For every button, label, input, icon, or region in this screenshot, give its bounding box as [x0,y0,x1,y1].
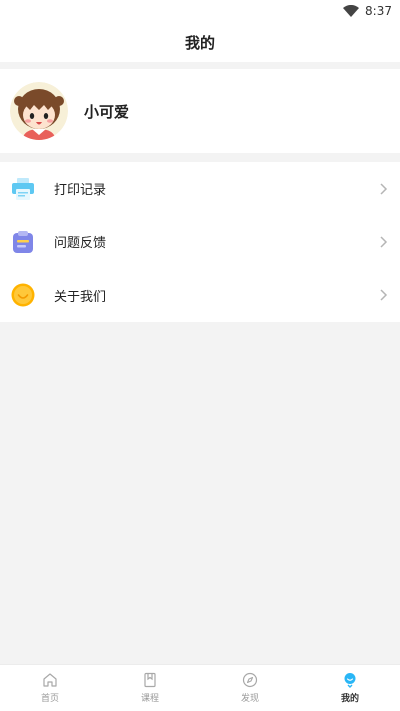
page-title: 我的 [184,33,215,52]
menu-item-label: 关于我们 [54,289,107,305]
status-time: 8:37 [365,4,392,18]
menu-item-print-records[interactable]: 打印记录 [0,162,400,215]
status-bar: 8:37 [0,0,400,22]
menu-item-about-us[interactable]: 关于我们 [0,269,400,322]
nav-label: 我的 [340,694,359,704]
nav-label: 首页 [40,694,59,704]
chevron-right-icon [380,289,388,301]
page-title-bar: 我的 [0,22,400,62]
avatar[interactable] [10,82,68,140]
profile-card[interactable]: 小可爱 [0,69,400,153]
clipboard-icon [11,230,35,254]
nav-label: 发现 [240,694,259,704]
nav-tab-courses[interactable]: 课程 [100,665,200,711]
menu-list: 打印记录 问题反馈 关于我们 [0,162,400,322]
wifi-icon [343,5,360,17]
chevron-right-icon [380,183,388,195]
smiley-icon [11,283,35,307]
printer-icon [11,177,35,201]
bottom-nav: 首页 课程 发现 我的 [0,664,400,711]
home-icon [43,673,57,687]
nav-label: 课程 [140,694,159,704]
nav-tab-discover[interactable]: 发现 [200,665,300,711]
menu-item-feedback[interactable]: 问题反馈 [0,215,400,268]
profile-icon [344,673,356,688]
menu-item-label: 打印记录 [54,183,107,199]
nav-tab-home[interactable]: 首页 [0,665,100,711]
username: 小可爱 [84,102,130,121]
chevron-right-icon [380,236,388,248]
compass-icon [242,672,258,688]
menu-item-label: 问题反馈 [54,236,107,252]
book-icon [144,672,156,688]
nav-tab-mine[interactable]: 我的 [300,665,400,711]
